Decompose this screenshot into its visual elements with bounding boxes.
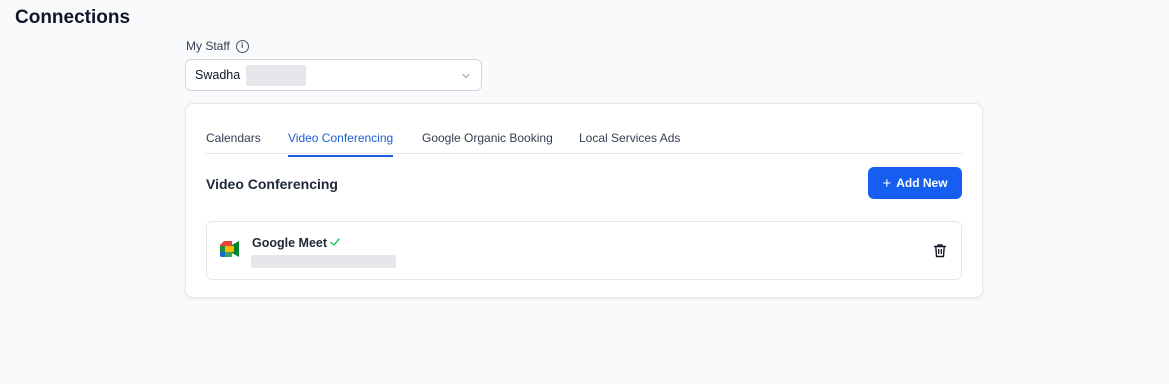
redacted-text (246, 64, 307, 86)
section-title: Video Conferencing (206, 176, 338, 192)
add-new-button[interactable]: + Add New (868, 167, 962, 199)
redacted-text (251, 255, 396, 268)
tab-google-organic-booking[interactable]: Google Organic Booking (422, 131, 553, 155)
plus-icon: + (882, 174, 892, 192)
add-new-label: Add New (896, 176, 948, 190)
info-icon[interactable]: i (235, 39, 249, 53)
check-icon (330, 238, 340, 246)
staff-label: My Staff (186, 39, 230, 53)
google-meet-icon (220, 241, 239, 257)
connection-name: Google Meet (252, 236, 328, 250)
connection-row: Google Meet (206, 221, 962, 280)
tab-video-conferencing[interactable]: Video Conferencing (288, 131, 394, 157)
staff-select-value: Swadha (195, 68, 241, 82)
chevron-down-icon (462, 73, 470, 79)
tab-local-services-ads[interactable]: Local Services Ads (579, 131, 680, 155)
tab-calendars[interactable]: Calendars (206, 131, 261, 155)
page-title: Connections (15, 7, 131, 28)
staff-select[interactable]: Swadha (185, 59, 482, 91)
connections-card: Calendars Video Conferencing Google Orga… (185, 103, 983, 298)
staff-label-group: My Staff i (186, 39, 249, 53)
tab-bar: Calendars Video Conferencing Google Orga… (206, 104, 962, 157)
trash-icon[interactable] (933, 243, 947, 258)
